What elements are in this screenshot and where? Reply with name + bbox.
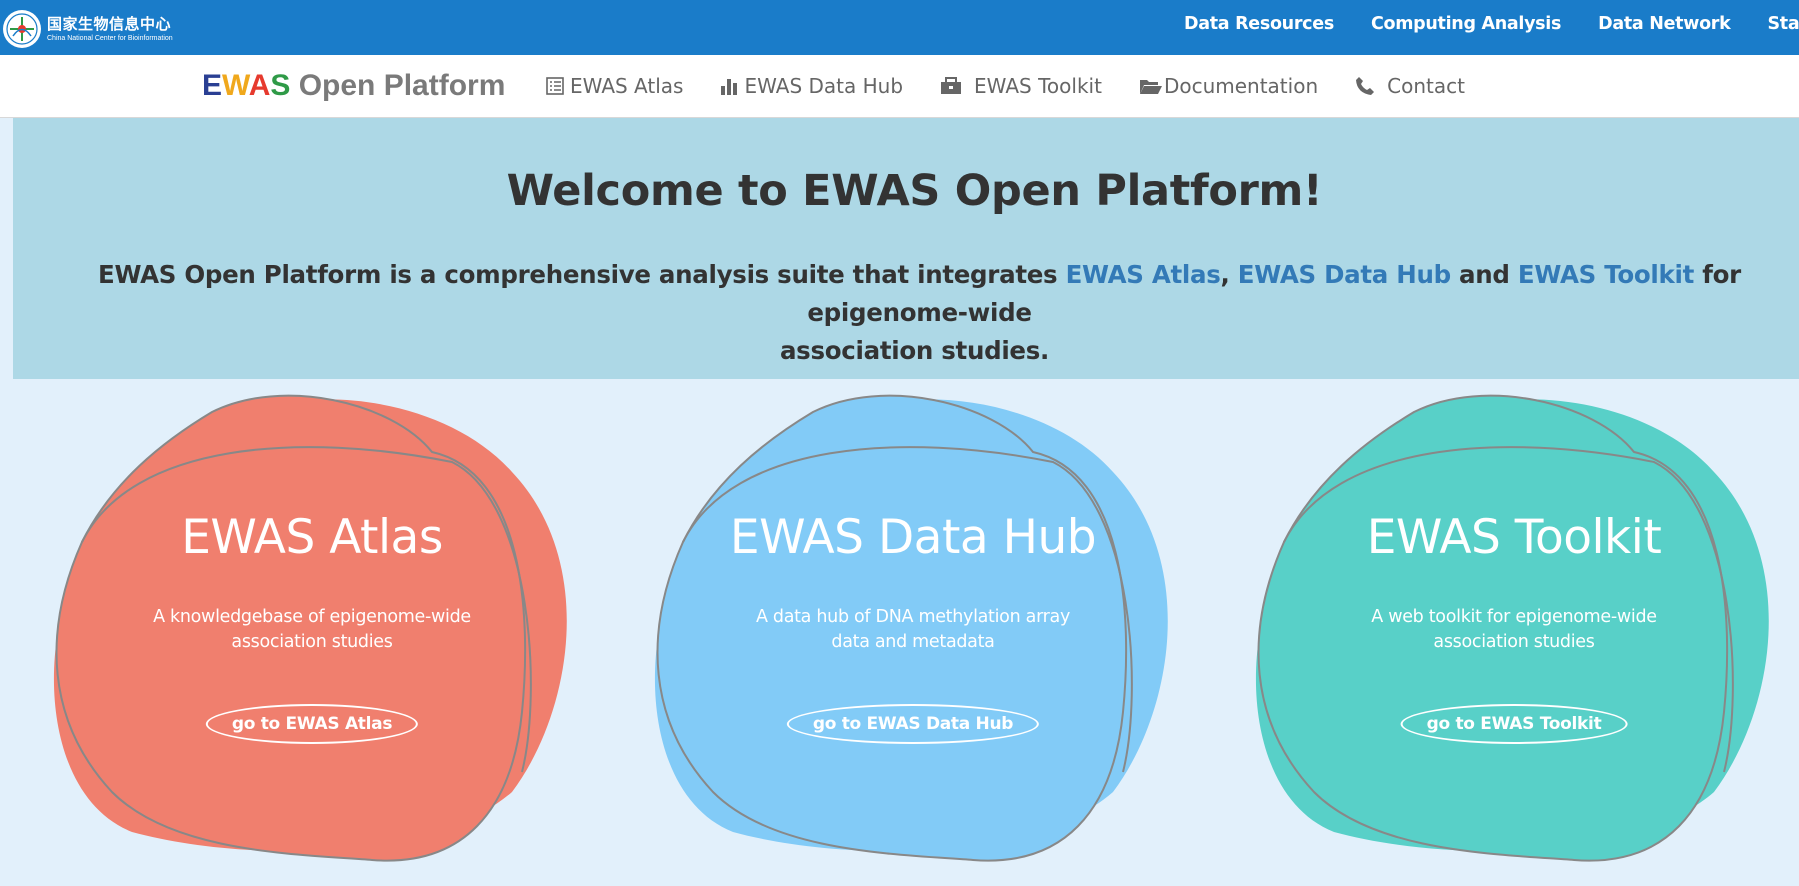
bar-chart-icon [721, 79, 738, 95]
list-icon [546, 77, 564, 95]
intro-text: EWAS Open Platform is a comprehensive an… [98, 260, 1066, 289]
card-title: EWAS Toolkit [1366, 510, 1662, 565]
intro-link-ewas-data-hub[interactable]: EWAS Data Hub [1238, 260, 1451, 289]
cncb-logo-link[interactable]: 国家生物信息中心 China National Center for Bioin… [2, 9, 173, 49]
card-ewas-data-hub: EWAS Data Hub A data hub of DNA methylat… [653, 392, 1173, 872]
hero-banner: Welcome to EWAS Open Platform! EWAS Open… [13, 118, 1799, 379]
hero-intro: EWAS Open Platform is a comprehensive an… [18, 256, 1799, 370]
org-name-en: China National Center for Bioinformation [47, 34, 173, 42]
brand-letter-a: A [248, 69, 271, 102]
top-nav-data-resources[interactable]: Data Resources [1184, 14, 1334, 34]
intro-link-ewas-atlas[interactable]: EWAS Atlas [1066, 260, 1221, 289]
top-nav: Data Resources Computing Analysis Data N… [1184, 0, 1799, 48]
card-title: EWAS Atlas [181, 510, 443, 565]
nav-ewas-atlas-label: EWAS Atlas [570, 74, 684, 98]
brand-letter-e: E [202, 69, 223, 102]
go-to-ewas-data-hub-button[interactable]: go to EWAS Data Hub [786, 704, 1040, 744]
nav-ewas-data-hub-label: EWAS Data Hub [744, 74, 904, 98]
page-title: Welcome to EWAS Open Platform! [506, 166, 1323, 216]
go-to-ewas-toolkit-button[interactable]: go to EWAS Toolkit [1400, 704, 1628, 744]
intro-link-ewas-toolkit[interactable]: EWAS Toolkit [1518, 260, 1694, 289]
nav-ewas-atlas[interactable]: EWAS Atlas [546, 74, 683, 98]
nav-ewas-toolkit[interactable]: EWAS Toolkit [940, 74, 1102, 98]
intro-sep-2: and [1450, 260, 1518, 289]
main-nav: EWAS Atlas EWAS Data Hub EWAS Toolkit Do… [546, 55, 1502, 117]
top-header-bar: 国家生物信息中心 China National Center for Bioin… [0, 0, 1799, 55]
brand-text: Open Platform [290, 69, 506, 102]
nav-ewas-data-hub[interactable]: EWAS Data Hub [720, 74, 903, 98]
top-nav-standards[interactable]: Standards [1767, 14, 1799, 34]
card-description: A web toolkit for epigenome-wide associa… [1371, 607, 1657, 652]
intro-text-line2: association studies. [779, 336, 1050, 365]
cncb-seal-icon [3, 10, 41, 48]
nav-ewas-toolkit-label: EWAS Toolkit [974, 74, 1102, 98]
intro-sep-1: , [1220, 260, 1238, 289]
card-title: EWAS Data Hub [729, 510, 1097, 565]
briefcase-icon [941, 77, 962, 94]
nav-contact[interactable]: Contact [1355, 74, 1465, 98]
main-navbar: EWAS Open Platform EWAS Atlas EWAS Data … [0, 55, 1799, 118]
folder-open-icon [1139, 80, 1162, 94]
brand-letter-w: W [222, 69, 249, 102]
nav-contact-label: Contact [1387, 74, 1465, 98]
org-name-cn: 国家生物信息中心 [47, 14, 172, 33]
brand-letter-s: S [270, 69, 291, 102]
top-nav-computing-analysis[interactable]: Computing Analysis [1371, 14, 1561, 34]
card-ewas-atlas: EWAS Atlas A knowledgebase of epigenome-… [52, 392, 572, 872]
nav-documentation[interactable]: Documentation [1139, 74, 1318, 98]
go-to-ewas-atlas-button[interactable]: go to EWAS Atlas [205, 704, 419, 744]
phone-icon [1356, 77, 1375, 95]
site-brand-logo[interactable]: EWAS Open Platform [202, 69, 505, 103]
card-description: A data hub of DNA methylation array data… [755, 607, 1071, 652]
nav-documentation-label: Documentation [1163, 74, 1319, 98]
card-description: A knowledgebase of epigenome-wide associ… [153, 607, 471, 652]
top-nav-data-network[interactable]: Data Network [1598, 14, 1731, 34]
card-ewas-toolkit: EWAS Toolkit A web toolkit for epigenome… [1254, 392, 1774, 872]
